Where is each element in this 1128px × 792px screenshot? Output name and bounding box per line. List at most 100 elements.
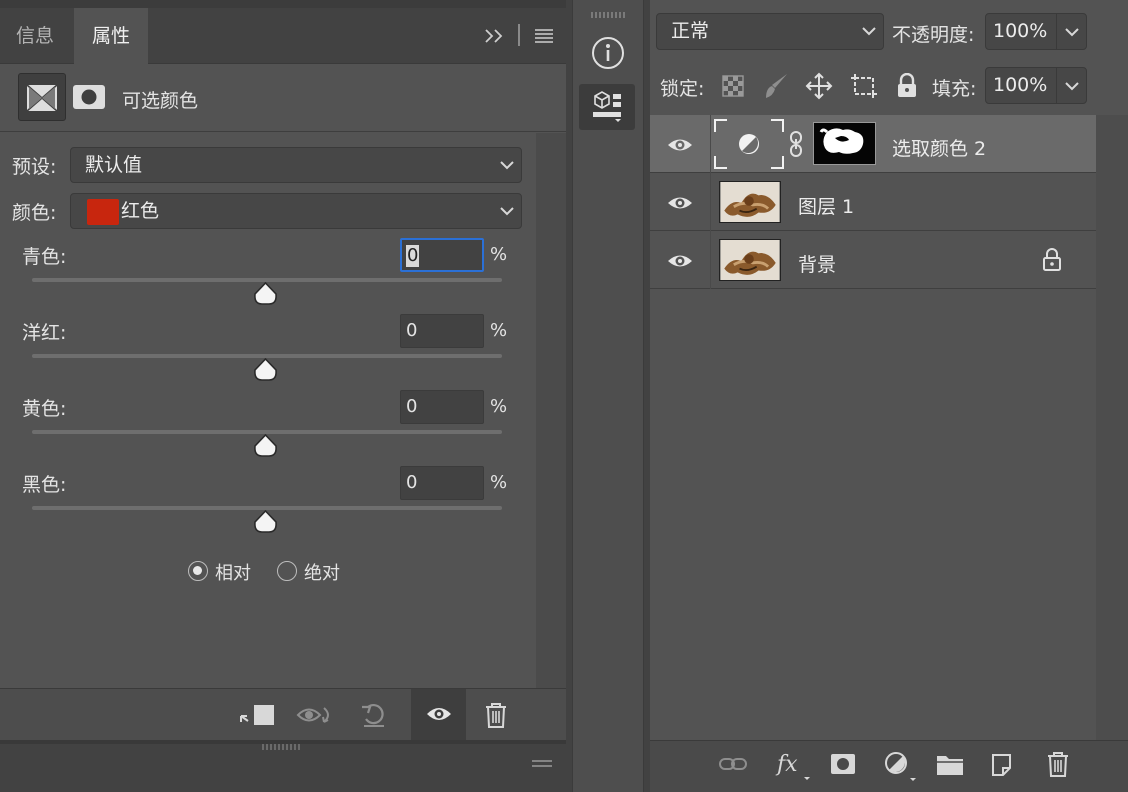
link-layers-icon[interactable] <box>718 755 748 773</box>
layer-name[interactable]: 图层 1 <box>798 192 854 219</box>
properties-scrollbar[interactable] <box>536 133 566 688</box>
lock-artboard-icon[interactable] <box>850 72 878 100</box>
layers-scrollbar[interactable] <box>1096 115 1128 740</box>
view-previous-state-icon[interactable] <box>296 702 334 728</box>
slider-thumb[interactable] <box>253 282 278 306</box>
chevron-down-icon[interactable] <box>1064 26 1080 38</box>
properties-footer <box>0 688 566 741</box>
divider <box>710 173 711 231</box>
layer-mask-thumbnail[interactable] <box>813 122 876 165</box>
svg-text:fx: fx <box>775 752 798 777</box>
fill-control[interactable]: 100% <box>985 67 1087 104</box>
layers-footer: fx <box>650 740 1128 792</box>
preset-label: 预设: <box>12 156 57 178</box>
layer-thumbnail[interactable] <box>719 239 781 281</box>
adjustment-thumbnail[interactable] <box>713 118 785 170</box>
properties-icon <box>593 91 621 122</box>
eye-icon[interactable] <box>666 252 694 270</box>
chevron-down-icon <box>862 27 876 36</box>
fill-value[interactable]: 100% <box>993 68 1047 103</box>
collapsed-panel-column <box>572 0 644 792</box>
reset-icon[interactable] <box>360 701 388 729</box>
toggle-visibility-button[interactable] <box>411 689 466 741</box>
tab-properties[interactable]: 属性 <box>74 8 148 64</box>
color-swatch <box>87 199 119 225</box>
layer-thumbnail[interactable] <box>719 181 781 223</box>
fx-icon[interactable]: fx <box>774 749 814 781</box>
lock-transparent-pixels-icon[interactable] <box>722 75 744 97</box>
add-mask-icon[interactable] <box>830 753 856 775</box>
chevron-down-icon <box>500 207 514 216</box>
folder-icon[interactable] <box>936 753 964 777</box>
layer-name[interactable]: 选取颜色 2 <box>892 134 986 161</box>
trash-icon[interactable] <box>1046 750 1070 778</box>
preset-dropdown[interactable]: 默认值 <box>70 147 522 183</box>
adjustment-title: 可选颜色 <box>122 90 199 112</box>
opacity-value[interactable]: 100% <box>993 14 1047 49</box>
slider-value-text: 0 <box>406 320 418 341</box>
blend-mode-dropdown[interactable]: 正常 <box>656 13 884 50</box>
lock-position-icon[interactable] <box>805 72 833 100</box>
percent-unit: % <box>490 472 508 493</box>
eye-icon[interactable] <box>666 136 694 154</box>
layer-row[interactable]: 背景 <box>650 231 1096 289</box>
opacity-label: 不透明度: <box>892 24 975 46</box>
radio-relative[interactable] <box>188 561 208 581</box>
panel-menu-icon[interactable] <box>534 28 554 44</box>
slider-label: 黑色: <box>22 474 67 496</box>
slider-value-text: 0 <box>406 472 418 493</box>
tab-info[interactable]: 信息 <box>16 8 54 64</box>
link-icon[interactable] <box>788 130 804 158</box>
radio-relative-label: 相对 <box>215 563 251 584</box>
info-icon[interactable] <box>591 36 625 70</box>
panel-tab-bar: 信息 属性 <box>0 8 566 64</box>
slider-value-input[interactable]: 0 <box>400 238 484 272</box>
divider <box>710 115 711 173</box>
selective-color-icon <box>26 84 58 112</box>
mask-icon[interactable] <box>72 84 106 110</box>
lock-icon[interactable] <box>1042 248 1062 272</box>
adjustment-header: 可选颜色 <box>0 64 566 132</box>
colors-label: 颜色: <box>12 202 57 224</box>
slider-value-input[interactable]: 0 <box>400 390 484 424</box>
slider-thumb[interactable] <box>253 510 278 534</box>
slider-value-input[interactable]: 0 <box>400 314 484 348</box>
grip-handle[interactable] <box>591 12 627 18</box>
preset-value: 默认值 <box>85 154 143 176</box>
slider-value-text: 0 <box>406 396 418 417</box>
colors-value: 红色 <box>121 200 160 222</box>
adjustment-type-button[interactable] <box>18 73 66 121</box>
layer-name[interactable]: 背景 <box>798 250 836 277</box>
divider <box>1056 68 1057 103</box>
slider-label: 洋红: <box>22 322 67 344</box>
panel-dock-footer <box>0 740 566 792</box>
blend-mode-value: 正常 <box>671 20 710 42</box>
layer-row[interactable]: 图层 1 <box>650 173 1096 231</box>
chevron-down-icon <box>500 161 514 170</box>
slider-thumb[interactable] <box>253 434 278 458</box>
lock-all-icon[interactable] <box>896 73 918 99</box>
slider-value-input[interactable]: 0 <box>400 466 484 500</box>
collapse-panels-icon[interactable] <box>484 26 506 46</box>
eye-icon[interactable] <box>666 194 694 212</box>
percent-unit: % <box>490 396 508 417</box>
layer-row[interactable]: 选取颜色 2 <box>650 115 1096 173</box>
dock-menu-icon[interactable] <box>532 760 552 768</box>
lock-image-pixels-icon[interactable] <box>763 72 789 100</box>
resize-grip[interactable] <box>262 744 302 750</box>
new-adjustment-layer-icon[interactable] <box>884 751 916 783</box>
eye-icon <box>427 708 451 720</box>
new-layer-icon[interactable] <box>990 752 1014 778</box>
colors-dropdown[interactable]: 红色 <box>70 193 522 229</box>
percent-unit: % <box>490 244 508 265</box>
chevron-down-icon[interactable] <box>1064 80 1080 92</box>
slider-label: 青色: <box>22 246 67 268</box>
radio-absolute[interactable] <box>277 561 297 581</box>
clip-to-layer-icon[interactable] <box>238 702 276 728</box>
slider-thumb[interactable] <box>253 358 278 382</box>
radio-absolute-label: 绝对 <box>304 563 340 584</box>
opacity-control[interactable]: 100% <box>985 13 1087 50</box>
lock-label: 锁定: <box>660 78 705 100</box>
properties-panel-button[interactable] <box>579 84 635 130</box>
trash-icon[interactable] <box>484 701 508 729</box>
